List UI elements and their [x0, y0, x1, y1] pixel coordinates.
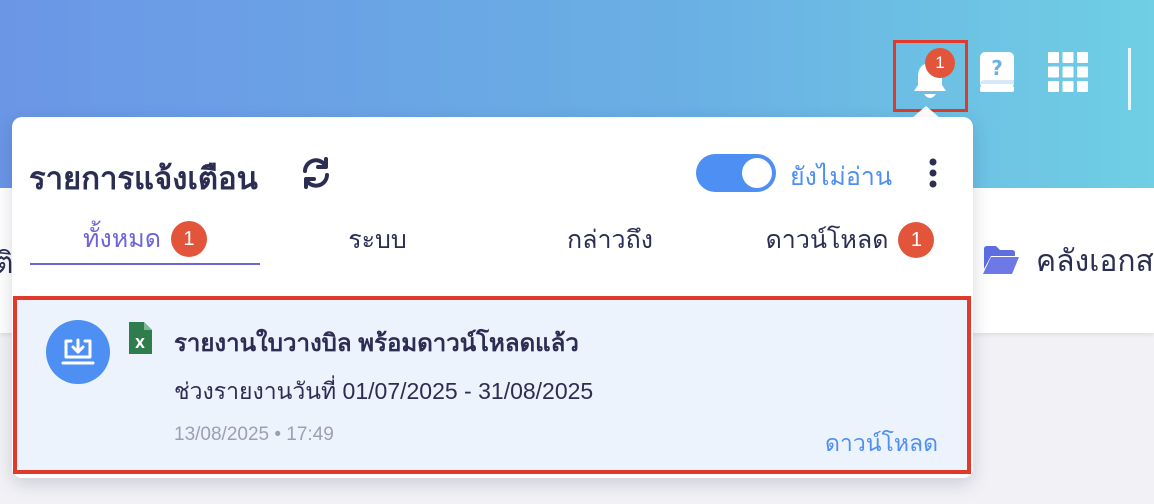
tab-mention-label: กล่าวถึง — [567, 226, 653, 254]
notification-timestamp: 13/08/2025 • 17:49 — [174, 424, 334, 445]
unread-only-toggle[interactable] — [696, 154, 776, 192]
tab-all-label: ทั้งหมด — [83, 225, 161, 253]
popup-title: รายการแจ้งเตือน — [29, 161, 258, 196]
download-link[interactable]: ดาวน์โหลด — [825, 426, 938, 462]
notification-item[interactable]: X รายงานใบวางบิล พร้อมดาวน์โหลดแล้ว ช่วง… — [13, 296, 971, 474]
more-options-icon[interactable] — [925, 157, 941, 193]
unread-only-label: ยังไม่อ่าน — [790, 163, 893, 191]
svg-text:?: ? — [991, 56, 1003, 80]
svg-text:X: X — [135, 337, 145, 352]
excel-icon: X — [127, 321, 153, 359]
notification-count-badge: 1 — [925, 48, 955, 78]
download-tray-icon — [46, 320, 110, 384]
tab-all-badge: 1 — [170, 221, 207, 257]
refresh-icon[interactable] — [300, 157, 332, 193]
notification-popup: รายการแจ้งเตือน ยังไม่อ่าน ทั้งหมด 1 ระบ… — [12, 117, 973, 478]
tab-all[interactable]: ทั้งหมด 1 — [30, 215, 260, 265]
tab-system[interactable]: ระบบ — [270, 215, 485, 265]
notification-bell-button[interactable]: 1 — [893, 40, 968, 112]
notification-title: รายงานใบวางบิล พร้อมดาวน์โหลดแล้ว — [174, 330, 579, 357]
folder-open-icon — [982, 245, 1020, 279]
app-grid-icon[interactable] — [1047, 51, 1089, 97]
tab-mention[interactable]: กล่าวถึง — [495, 215, 725, 265]
tab-download-label: ดาวน์โหลด — [765, 226, 889, 254]
tab-download-badge: 1 — [898, 222, 935, 258]
document-archive-label: คลังเอกส — [1036, 245, 1154, 278]
notification-body: ช่วงรายงานวันที่ 01/07/2025 - 31/08/2025 — [174, 378, 594, 404]
tab-download[interactable]: ดาวน์โหลด 1 — [735, 215, 965, 265]
tab-system-label: ระบบ — [348, 226, 407, 254]
document-archive-link[interactable]: คลังเอกส — [982, 238, 1154, 285]
toggle-knob — [742, 158, 772, 188]
header-divider — [1128, 48, 1131, 110]
help-book-icon[interactable]: ? — [977, 50, 1017, 98]
